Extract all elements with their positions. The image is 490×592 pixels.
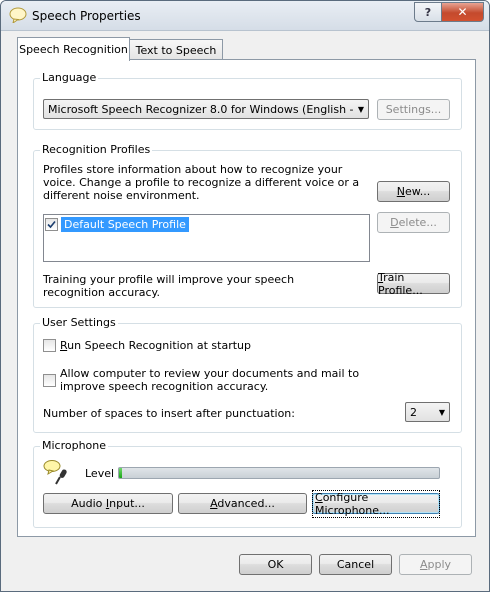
ok-button[interactable]: OK <box>239 554 312 575</box>
recognizer-dropdown[interactable]: Microsoft Speech Recognizer 8.0 for Wind… <box>43 99 369 119</box>
profile-label: Default Speech Profile <box>61 216 189 232</box>
advanced-label: Advanced... <box>210 497 275 510</box>
settings-button[interactable]: Settings... <box>377 99 450 120</box>
speech-properties-window: Speech Properties ? ✕ Speech Recognition… <box>0 0 490 592</box>
user-settings-group: User Settings Run Speech Recognition at … <box>33 316 462 433</box>
audio-input-label: Audio Input... <box>71 497 145 510</box>
profiles-list[interactable]: Default Speech Profile <box>43 214 370 262</box>
help-icon: ? <box>424 5 432 19</box>
profiles-legend: Recognition Profiles <box>40 143 153 156</box>
train-button-label: Train Profile... <box>378 270 423 297</box>
delete-button-label: Delete... <box>390 216 437 229</box>
tab-speech-recognition[interactable]: Speech Recognition <box>17 37 130 61</box>
user-settings-legend: User Settings <box>40 316 118 329</box>
spaces-value: 2 <box>410 405 417 419</box>
microphone-icon <box>43 460 67 485</box>
list-item[interactable]: Default Speech Profile <box>45 216 189 232</box>
run-at-startup-checkbox[interactable] <box>43 339 56 352</box>
advanced-button[interactable]: Advanced... <box>178 493 307 514</box>
microphone-legend: Microphone <box>40 439 109 452</box>
tab-text-to-speech[interactable]: Text to Speech <box>129 39 223 60</box>
run-at-startup-label[interactable]: Run Speech Recognition at startup <box>60 339 251 352</box>
language-legend: Language <box>40 71 99 84</box>
speech-recognition-panel: Language Microsoft Speech Recognizer 8.0… <box>17 59 476 537</box>
cancel-label: Cancel <box>336 558 375 571</box>
cancel-button[interactable]: Cancel <box>319 554 392 575</box>
ok-label: OK <box>267 558 284 571</box>
close-button[interactable]: ✕ <box>441 2 484 22</box>
microphone-group: Microphone Level Audio Input... Advanced… <box>33 439 462 528</box>
profiles-description: Profiles store information about how to … <box>43 163 360 202</box>
microphone-level-meter <box>118 467 440 479</box>
train-profile-button[interactable]: Train Profile... <box>377 270 450 297</box>
apply-button[interactable]: Apply <box>399 554 472 575</box>
audio-input-button[interactable]: Audio Input... <box>43 493 173 514</box>
help-button[interactable]: ? <box>414 2 442 22</box>
profile-checkbox[interactable] <box>45 217 58 231</box>
level-meter-fill <box>119 468 123 478</box>
allow-review-label[interactable]: Allow computer to review your documents … <box>60 367 400 393</box>
speech-balloon-icon <box>9 7 27 23</box>
recognition-profiles-group: Recognition Profiles Profiles store info… <box>33 143 462 308</box>
recognizer-value: Microsoft Speech Recognizer 8.0 for Wind… <box>48 102 354 116</box>
configure-microphone-button[interactable]: Configure Microphone... <box>312 489 440 518</box>
spaces-label: Number of spaces to insert after punctua… <box>43 407 295 420</box>
new-profile-button[interactable]: New... <box>377 181 450 202</box>
spaces-dropdown[interactable]: 2 ▼ <box>405 402 450 422</box>
training-text: Training your profile will improve your … <box>43 273 295 299</box>
settings-button-label: Settings... <box>385 103 442 116</box>
window-title: Speech Properties <box>32 9 141 23</box>
language-group: Language Microsoft Speech Recognizer 8.0… <box>33 71 462 130</box>
close-icon: ✕ <box>457 5 468 19</box>
apply-label: Apply <box>419 558 452 571</box>
title-bar[interactable]: Speech Properties ? ✕ <box>1 1 489 31</box>
checkmark-icon <box>47 220 56 228</box>
allow-review-checkbox[interactable] <box>43 374 56 387</box>
configure-microphone-label: Configure Microphone... <box>312 489 440 518</box>
chevron-down-icon: ▼ <box>438 407 446 417</box>
chevron-down-icon: ▼ <box>357 104 365 114</box>
new-button-label: New... <box>396 185 431 198</box>
delete-profile-button[interactable]: Delete... <box>377 212 450 233</box>
level-label: Level <box>85 467 115 480</box>
